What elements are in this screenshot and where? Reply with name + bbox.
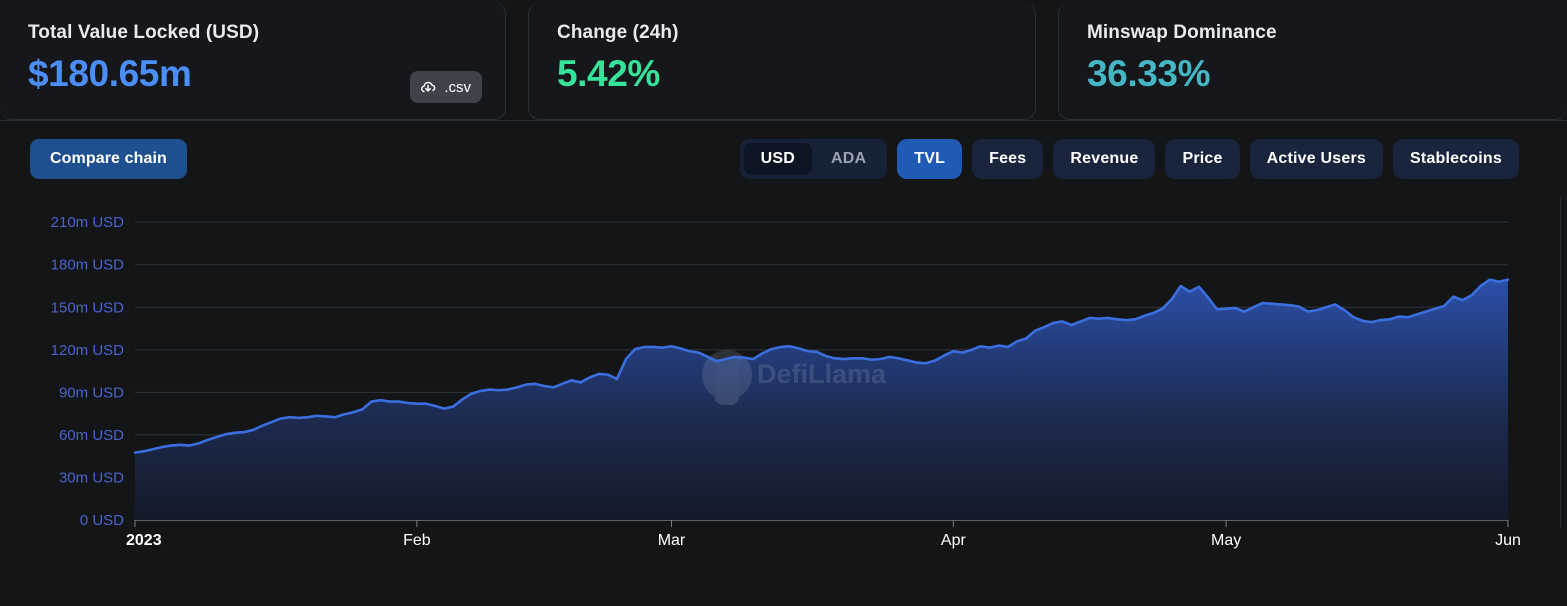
x-axis-tick-label: Mar: [658, 532, 686, 549]
stat-card-minswap-dominance: Minswap Dominance 36.33%: [1058, 2, 1567, 120]
y-axis-tick-label: 120m USD: [51, 342, 125, 359]
tvl-area-chart[interactable]: 0 USD 30m USD 60m USD 90m USD 120m USD 150m U…: [0, 197, 1567, 597]
stats-row: Total Value Locked (USD) $180.65m .csv C…: [0, 0, 1567, 120]
x-axis-tick-label: 2023: [126, 532, 162, 549]
y-axis-tick-label: 150m USD: [51, 299, 125, 316]
stat-card-tvl: Total Value Locked (USD) $180.65m .csv: [0, 2, 506, 120]
metric-tab-price[interactable]: Price: [1165, 139, 1240, 179]
x-axis-tick-label: Jun: [1495, 532, 1521, 549]
x-axis-tick-label: Apr: [941, 532, 967, 549]
currency-toggle: USD ADA: [739, 139, 888, 179]
stat-label-tvl: Total Value Locked (USD): [28, 22, 260, 43]
metric-tab-fees[interactable]: Fees: [972, 139, 1044, 179]
y-axis-tick-label: 90m USD: [59, 384, 124, 401]
chart-area-fill: [135, 279, 1508, 520]
download-csv-button[interactable]: .csv: [410, 71, 482, 103]
stat-card-change-24h: Change (24h) 5.42%: [528, 2, 1036, 120]
metric-tab-active-users[interactable]: Active Users: [1249, 139, 1383, 179]
y-axis-tick-label: 30m USD: [59, 469, 124, 486]
x-axis-tick-label: May: [1211, 532, 1241, 549]
stat-label-minswap-dominance: Minswap Dominance: [1087, 22, 1277, 43]
chart-options-group: USD ADA TVL Fees Revenue Price Active Us…: [739, 139, 1519, 179]
stat-value-change-24h: 5.42%: [557, 53, 660, 94]
chart-svg[interactable]: 0 USD 30m USD 60m USD 90m USD 120m USD 150m U…: [0, 197, 1567, 597]
metric-tab-revenue[interactable]: Revenue: [1053, 139, 1156, 179]
chart-right-rule: [1560, 197, 1561, 527]
y-axis-tick-label: 210m USD: [51, 214, 125, 231]
stat-value-minswap-dominance: 36.33%: [1087, 53, 1211, 94]
metric-tab-tvl[interactable]: TVL: [897, 139, 963, 179]
cloud-download-icon: [419, 78, 437, 96]
defillama-chart-page: Total Value Locked (USD) $180.65m .csv C…: [0, 0, 1567, 606]
currency-option-usd[interactable]: USD: [743, 143, 812, 175]
metric-tab-stablecoins[interactable]: Stablecoins: [1392, 139, 1519, 179]
svg-text:DefiLlama: DefiLlama: [757, 359, 887, 389]
download-csv-label: .csv: [444, 78, 471, 96]
y-axis-tick-label: 60m USD: [59, 427, 124, 444]
y-axis-tick-label: 180m USD: [51, 257, 125, 274]
y-axis-tick-label: 0 USD: [80, 512, 124, 529]
x-axis-tick-label: Feb: [403, 532, 431, 549]
chart-controls: Compare chain USD ADA TVL Fees Revenue P…: [0, 121, 1567, 197]
stat-label-change-24h: Change (24h): [557, 22, 679, 43]
currency-option-ada[interactable]: ADA: [814, 143, 883, 175]
compare-chain-button[interactable]: Compare chain: [30, 139, 187, 179]
